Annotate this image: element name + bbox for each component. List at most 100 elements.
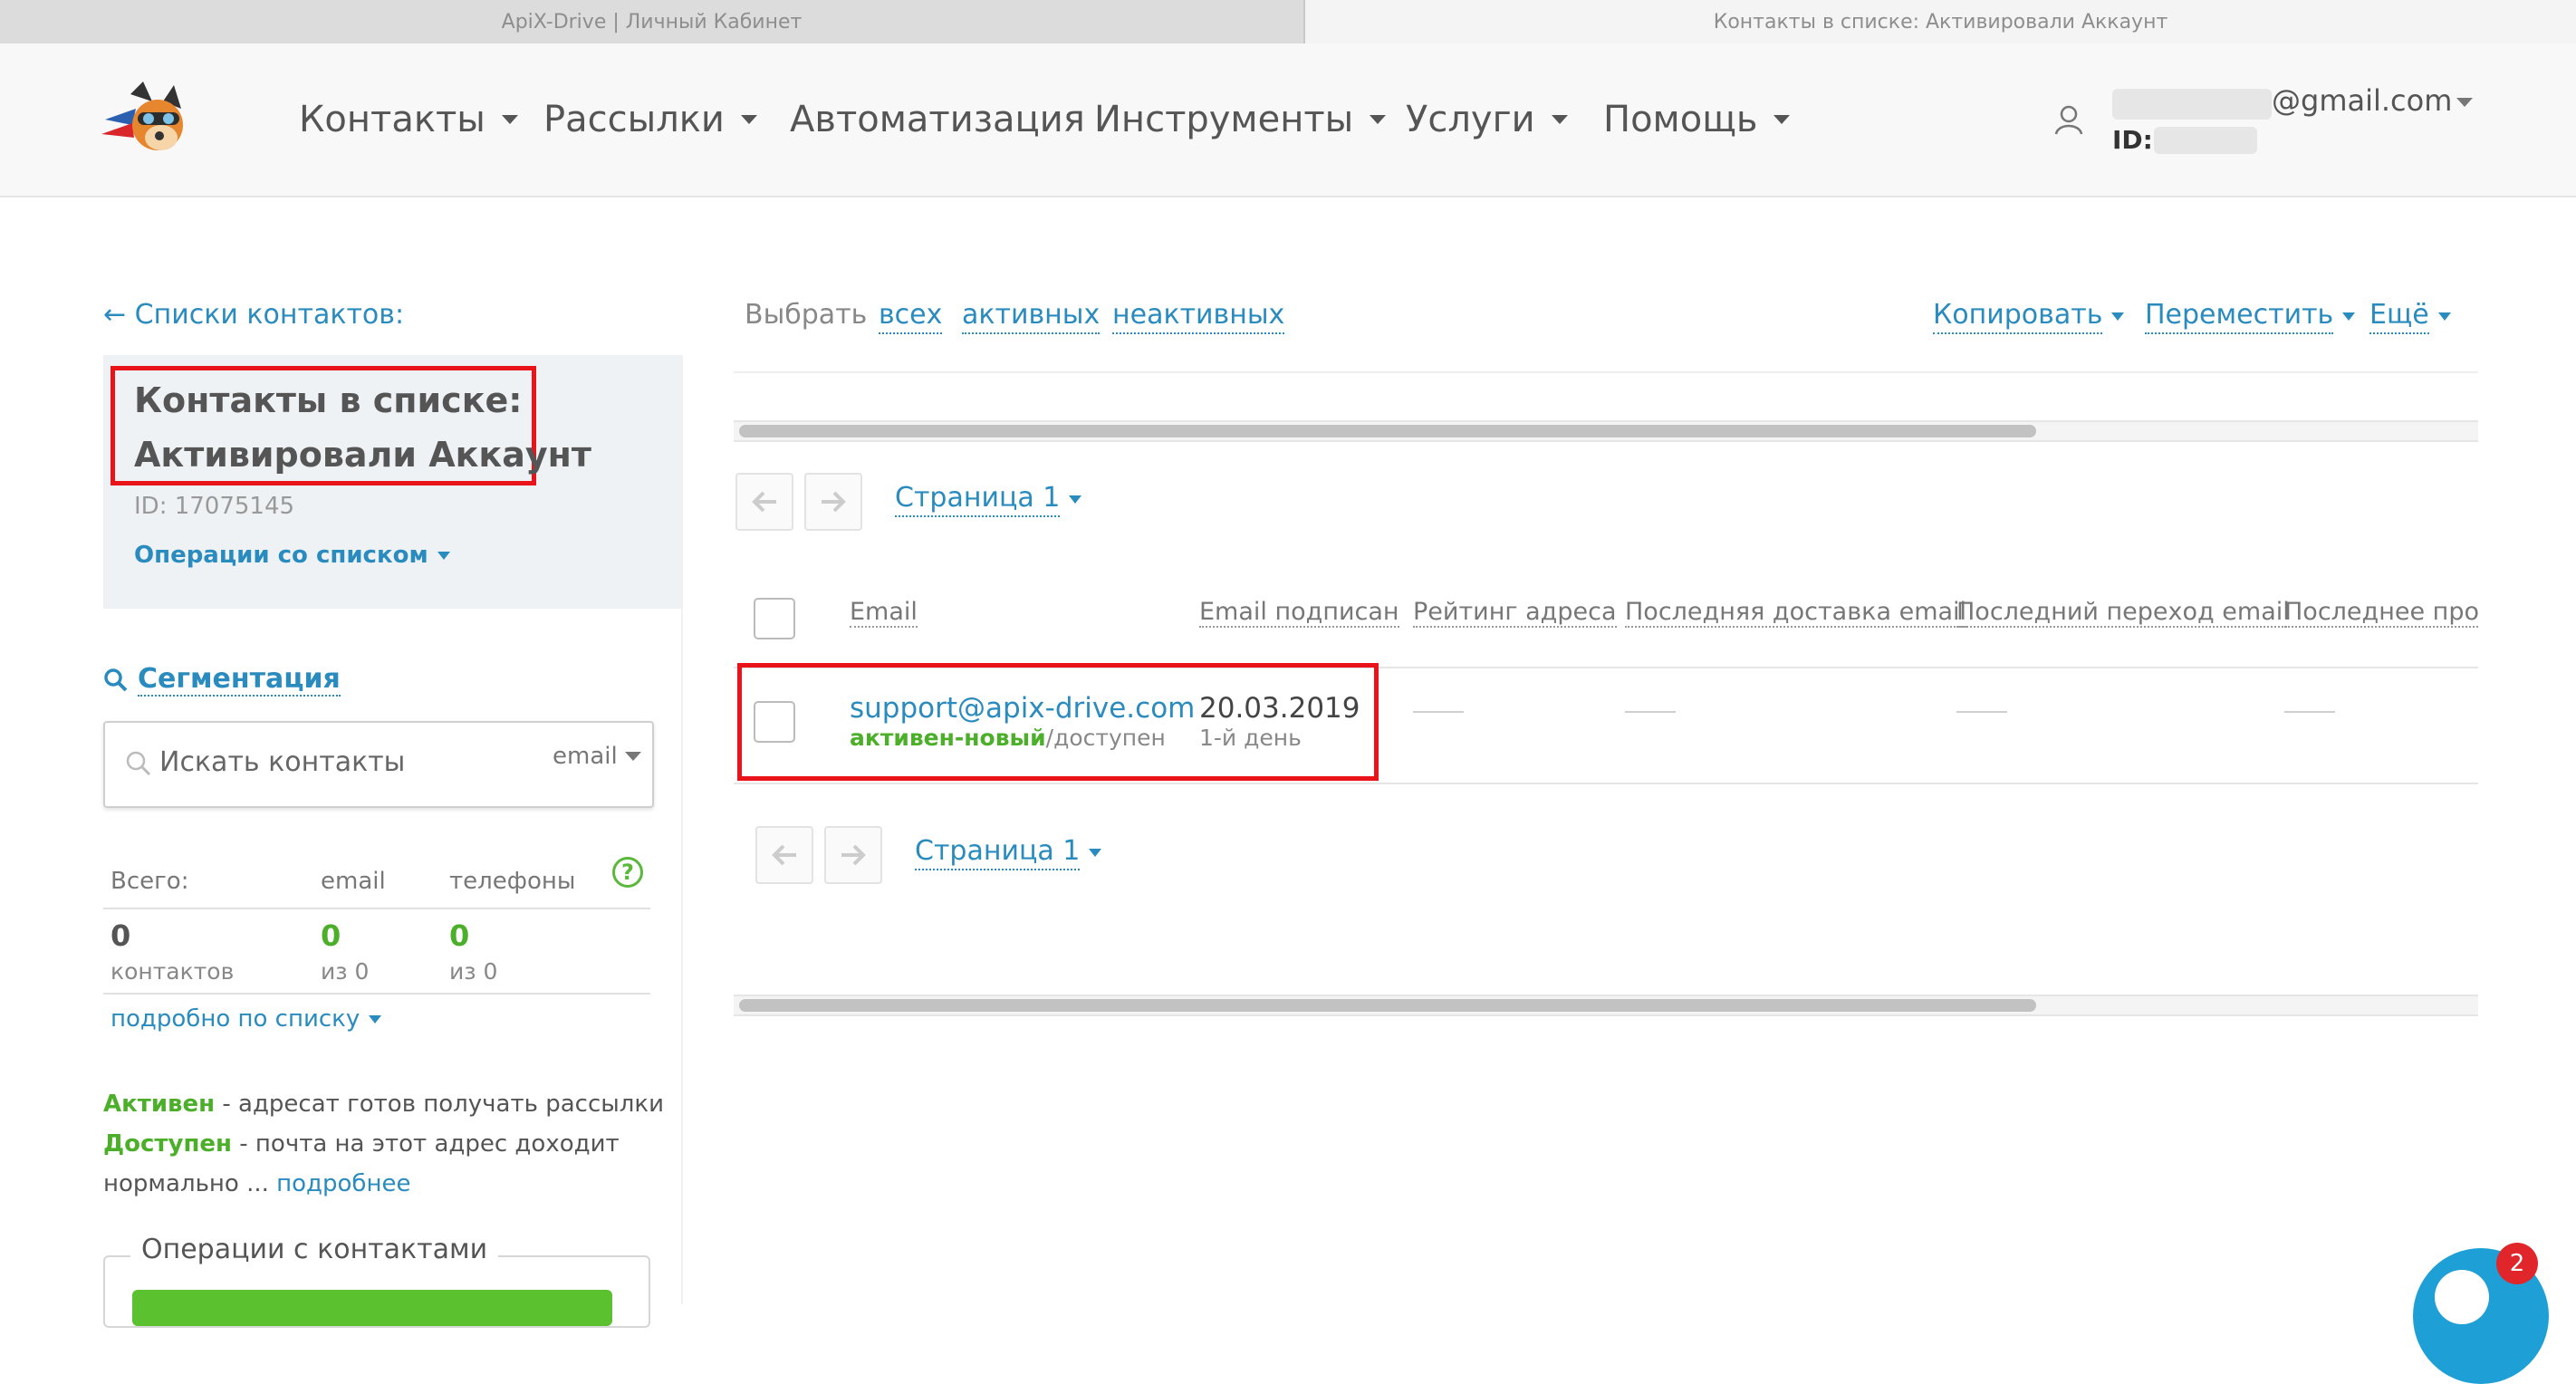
arrow-right-icon [822, 491, 846, 513]
account-email[interactable]: @gmail.com [2272, 83, 2452, 118]
account-email-domain: @gmail.com [2272, 83, 2453, 118]
stats-total-label: Всего: [111, 868, 189, 895]
chevron-down-icon [2111, 312, 2125, 321]
chevron-down-icon [740, 115, 757, 124]
status-active: активен-новый [850, 725, 1046, 751]
chat-bubble-icon [2435, 1270, 2489, 1324]
contact-email-link[interactable]: support@apix-drive.com [850, 692, 1195, 725]
apix-drive-logo[interactable] [100, 78, 199, 165]
chevron-down-icon [1370, 115, 1387, 124]
subscribed-day: 1-й день [1199, 725, 1302, 751]
browser-tab-1[interactable]: ApiX-Drive | Личный Кабинет [0, 0, 1305, 43]
page-select-bottom[interactable]: Страница 1 [915, 835, 1102, 870]
select-label: Выбрать [745, 299, 868, 331]
divider [734, 371, 2478, 373]
column-last-delivery[interactable]: Последняя доставка email [1625, 598, 1967, 628]
select-inactive-link[interactable]: неактивных [1112, 299, 1285, 334]
contacts-operations-button[interactable] [132, 1290, 612, 1326]
horizontal-scrollbar-bottom[interactable] [734, 995, 2478, 1016]
account-id-blurred [2154, 127, 2257, 154]
row-checkbox[interactable] [754, 701, 795, 743]
legend-available-word: Доступен [103, 1130, 233, 1158]
nav-label: Автоматизация [790, 99, 1085, 140]
chevron-down-icon [501, 115, 518, 124]
empty-rating [1413, 711, 1464, 713]
legend-more-prefix: нормально ... [103, 1170, 277, 1197]
contact-search-input[interactable]: Искать контакты email [103, 721, 654, 808]
chevron-down-icon [1551, 115, 1568, 124]
nav-help[interactable]: Помощь [1603, 94, 1791, 145]
prev-page-button[interactable] [735, 473, 793, 531]
select-all-link[interactable]: всех [879, 299, 943, 334]
search-type-select[interactable]: email [553, 743, 641, 770]
stats-phones-of: из 0 [449, 958, 498, 985]
arrow-left-icon [772, 844, 796, 866]
nav-tools[interactable]: Инструменты [1094, 94, 1387, 145]
nav-services[interactable]: Услуги [1406, 94, 1568, 145]
chevron-down-icon [369, 1014, 382, 1024]
nav-label: Инструменты [1094, 99, 1354, 140]
next-page-button[interactable] [804, 473, 862, 531]
stats-phones-label: телефоны [449, 868, 576, 895]
stats-total-value: 0 [111, 918, 131, 953]
nav-mailings[interactable]: Рассылки [543, 94, 757, 145]
page-select-top[interactable]: Страница 1 [895, 482, 1082, 517]
legend-available-text: - почта на этот адрес доходит [232, 1130, 620, 1158]
horizontal-scrollbar-top[interactable] [734, 420, 2478, 442]
segmentation-link[interactable]: Сегментация [103, 663, 341, 697]
legend-available: Доступен - почта на этот адрес доходит [103, 1130, 620, 1158]
status-rest: /доступен [1045, 725, 1166, 751]
scrollbar-thumb[interactable] [739, 999, 2036, 1012]
stats-email-label: email [321, 868, 386, 895]
stats-phones-value: 0 [449, 918, 470, 953]
copy-dropdown[interactable]: Копировать [1933, 299, 2125, 334]
list-operations-dropdown[interactable]: Операции со списком [134, 542, 450, 569]
tab-title: Контакты в списке: Активировали Аккаунт [1713, 10, 2168, 34]
column-last-open[interactable]: Последнее прочте [2284, 598, 2478, 628]
browser-tab-bar: ApiX-Drive | Личный Кабинет Контакты в с… [0, 0, 2576, 43]
chat-unread-badge: 2 [2496, 1243, 2538, 1284]
nav-automation[interactable]: Автоматизация [790, 94, 1085, 145]
prev-page-button-bottom[interactable] [755, 826, 813, 884]
nav-label: Контакты [299, 99, 485, 140]
column-address-rating[interactable]: Рейтинг адреса [1413, 598, 1617, 628]
segmentation-label: Сегментация [138, 663, 341, 697]
sidebar-border [681, 355, 683, 1304]
back-to-lists-link[interactable]: ← Списки контактов: [103, 299, 404, 331]
legend-more: нормально ... подробнее [103, 1170, 410, 1197]
legend-active-text: - адресат готов получать рассылки [215, 1091, 664, 1118]
column-last-click[interactable]: Последний переход email [1956, 598, 2290, 628]
browser-tab-2[interactable]: Контакты в списке: Активировали Аккаунт [1305, 0, 2576, 43]
account-id-label: ID: [2112, 125, 2153, 155]
column-email-subscribed[interactable]: Email подписан [1199, 598, 1399, 628]
stats-email-value: 0 [321, 918, 341, 953]
stats-total-unit: контактов [111, 958, 235, 985]
list-title-line2: Активировали Аккаунт [134, 435, 591, 475]
scrollbar-thumb[interactable] [739, 425, 2036, 437]
legend-more-link[interactable]: подробнее [276, 1170, 410, 1197]
chevron-down-icon [437, 551, 450, 560]
column-email[interactable]: Email [850, 598, 918, 628]
search-icon [104, 668, 128, 691]
help-icon[interactable]: ? [612, 857, 643, 888]
select-active-link[interactable]: активных [962, 299, 1101, 334]
select-all-checkbox[interactable] [754, 598, 795, 639]
move-dropdown[interactable]: Переместить [2145, 299, 2356, 334]
arrow-left-icon [752, 491, 776, 513]
tab-title: ApiX-Drive | Личный Кабинет [501, 10, 803, 34]
user-icon [2054, 105, 2083, 136]
account-menu-chevron-icon[interactable] [2456, 98, 2473, 107]
list-details-link[interactable]: подробно по списку [111, 1005, 382, 1033]
nav-contacts[interactable]: Контакты [299, 94, 518, 145]
nav-label: Услуги [1406, 99, 1535, 140]
empty-last-open [2284, 711, 2335, 713]
search-icon [126, 751, 151, 776]
more-dropdown[interactable]: Ещё [2369, 299, 2451, 334]
chevron-down-icon [2437, 312, 2451, 321]
fox-logo-icon [101, 82, 183, 150]
nav-label: Помощь [1603, 99, 1758, 140]
account-email-blurred [2112, 89, 2272, 120]
page-label: Страница 1 [895, 482, 1061, 517]
chevron-down-icon [1069, 495, 1082, 504]
next-page-button-bottom[interactable] [824, 826, 882, 884]
